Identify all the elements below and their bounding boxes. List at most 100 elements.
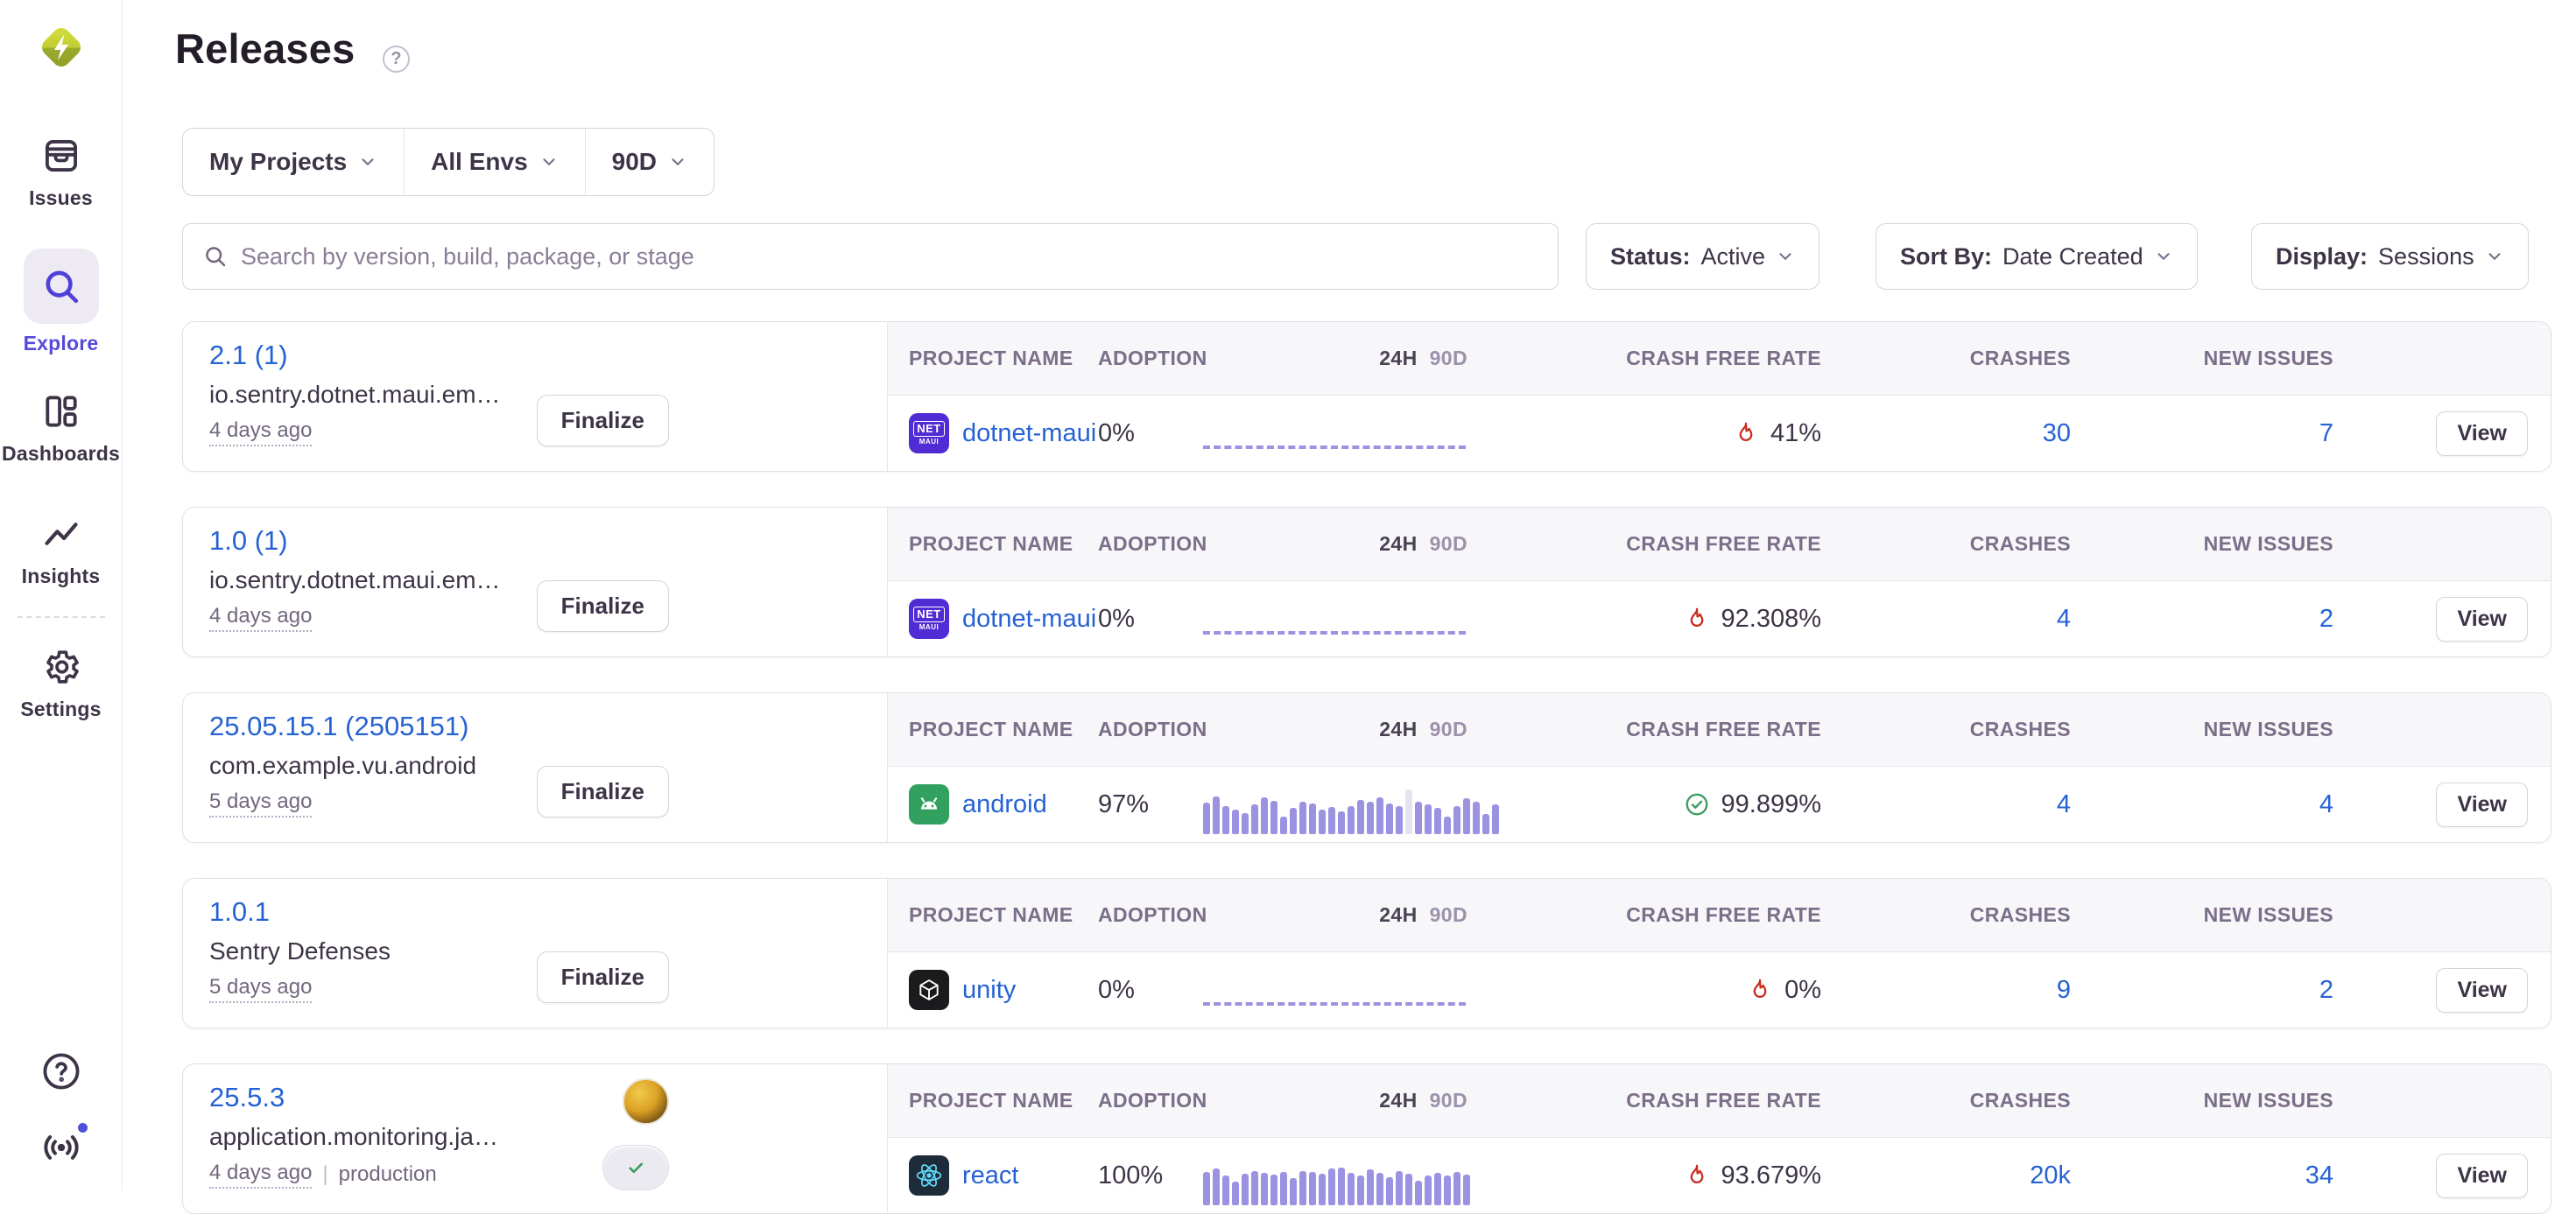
- adoption-value: 97%: [1098, 790, 1203, 819]
- search-icon: [24, 249, 99, 324]
- crash-free-value: 93.679%: [1721, 1161, 1822, 1190]
- check-circle-icon: [1684, 791, 1710, 818]
- status-dropdown[interactable]: Status: Active: [1586, 223, 1819, 290]
- new-issues-link[interactable]: 2: [2319, 605, 2333, 633]
- sidebar-item-label: Dashboards: [2, 442, 120, 466]
- col-project-name: PROJECT NAME: [888, 532, 1098, 556]
- crashes-link[interactable]: 30: [2043, 419, 2071, 447]
- sidebar-item-dashboards[interactable]: Dashboards: [0, 389, 122, 466]
- col-crashes: CRASHES: [1970, 718, 2085, 741]
- sort-by-value: Date Created: [2002, 243, 2143, 270]
- col-adoption: ADOPTION: [1098, 718, 1203, 741]
- release-package: io.sentry.dotnet.maui.em…: [209, 566, 586, 594]
- sidebar-item-label: Insights: [22, 565, 101, 588]
- table-header: PROJECT NAME ADOPTION 24H90D CRASH FREE …: [888, 322, 2551, 396]
- new-issues-link[interactable]: 2: [2319, 976, 2333, 1004]
- gear-icon: [41, 644, 81, 690]
- release-version-link[interactable]: 25.5.3: [209, 1082, 285, 1113]
- sidebar-item-explore[interactable]: Explore: [0, 249, 122, 355]
- col-chart-range: 24H90D: [1379, 347, 1503, 370]
- release-version-link[interactable]: 1.0 (1): [209, 525, 288, 557]
- col-crash-free-rate: CRASH FREE RATE: [1626, 903, 1835, 927]
- check-icon: [622, 1154, 650, 1182]
- fire-icon: [1684, 1162, 1710, 1189]
- release-package: application.monitoring.ja…: [209, 1123, 586, 1151]
- new-issues-link[interactable]: 4: [2319, 790, 2333, 818]
- release-version-link[interactable]: 1.0.1: [209, 896, 270, 928]
- finalize-button[interactable]: Finalize: [537, 951, 669, 1003]
- col-chart-range: 24H90D: [1379, 903, 1503, 927]
- issues-icon: [41, 133, 81, 179]
- view-button[interactable]: View: [2436, 782, 2528, 827]
- table-header: PROJECT NAME ADOPTION 24H90D CRASH FREE …: [888, 693, 2551, 767]
- view-button[interactable]: View: [2436, 597, 2528, 642]
- release-created: 5 days ago: [209, 789, 312, 818]
- release-summary: 1.0.1 Sentry Defenses 5 days ago Finaliz…: [183, 879, 888, 1028]
- view-button[interactable]: View: [2436, 411, 2528, 456]
- search-box: [182, 223, 1559, 290]
- col-project-name: PROJECT NAME: [888, 1089, 1098, 1112]
- view-button[interactable]: View: [2436, 968, 2528, 1013]
- col-new-issues: NEW ISSUES: [2204, 718, 2347, 741]
- crash-free-cell: 41%: [1733, 419, 1835, 448]
- sidebar-item-insights[interactable]: Insights: [0, 511, 122, 588]
- crash-free-value: 92.308%: [1721, 605, 1822, 634]
- new-issues-link[interactable]: 7: [2319, 419, 2333, 447]
- project-filter-dropdown[interactable]: My Projects: [183, 129, 404, 195]
- table-header: PROJECT NAME ADOPTION 24H90D CRASH FREE …: [888, 508, 2551, 581]
- project-link[interactable]: unity: [962, 976, 1016, 1005]
- fire-icon: [1733, 420, 1759, 446]
- project-link[interactable]: android: [962, 790, 1047, 819]
- col-crash-free-rate: CRASH FREE RATE: [1626, 532, 1835, 556]
- adoption-sparkline: [1203, 1154, 1503, 1205]
- crash-free-value: 41%: [1770, 419, 1821, 448]
- sidebar-item-settings[interactable]: Settings: [0, 644, 122, 721]
- environment-filter-value: All Envs: [431, 148, 527, 176]
- release-version-link[interactable]: 25.05.15.1 (2505151): [209, 711, 468, 742]
- table-row: android 97% 99.899% 4 4 View: [888, 767, 2551, 842]
- project-link[interactable]: react: [962, 1161, 1018, 1190]
- release-created: 4 days ago: [209, 604, 312, 632]
- crashes-link[interactable]: 20k: [2030, 1161, 2071, 1189]
- release-created: 5 days ago: [209, 975, 312, 1003]
- react-icon: [909, 1155, 949, 1196]
- project-filter-value: My Projects: [209, 148, 347, 176]
- release-version-link[interactable]: 2.1 (1): [209, 340, 288, 371]
- col-crashes: CRASHES: [1970, 1089, 2085, 1112]
- search-input[interactable]: [241, 243, 1538, 270]
- chevron-down-icon: [2154, 247, 2173, 266]
- finalize-button[interactable]: Finalize: [537, 395, 669, 446]
- page-help-icon[interactable]: [383, 46, 410, 73]
- whats-new-button[interactable]: [0, 1126, 122, 1169]
- display-dropdown[interactable]: Display: Sessions: [2251, 223, 2529, 290]
- table-row: unity 0% 0% 9 2 View: [888, 952, 2551, 1028]
- sort-by-dropdown[interactable]: Sort By: Date Created: [1876, 223, 2198, 290]
- dotnet-maui-icon: NETMAUI: [909, 413, 949, 453]
- new-issues-link[interactable]: 34: [2305, 1161, 2333, 1189]
- adoption-value: 0%: [1098, 605, 1203, 634]
- release-created: 4 days ago: [209, 418, 312, 446]
- sidebar: Issues Explore Dashboards Insights: [0, 0, 123, 1190]
- table-header: PROJECT NAME ADOPTION 24H90D CRASH FREE …: [888, 879, 2551, 952]
- release-table: PROJECT NAME ADOPTION 24H90D CRASH FREE …: [888, 322, 2551, 471]
- crashes-link[interactable]: 9: [2057, 976, 2071, 1004]
- col-chart-range: 24H90D: [1379, 1089, 1503, 1112]
- finalize-button[interactable]: Finalize: [537, 580, 669, 632]
- view-button[interactable]: View: [2436, 1154, 2528, 1198]
- sidebar-item-label: Settings: [20, 698, 101, 721]
- project-link[interactable]: dotnet-maui: [962, 605, 1096, 634]
- finalize-button[interactable]: Finalize: [537, 766, 669, 818]
- chevron-down-icon: [668, 152, 687, 172]
- crash-free-value: 0%: [1784, 976, 1821, 1005]
- sidebar-item-issues[interactable]: Issues: [0, 133, 122, 210]
- help-button[interactable]: [0, 1050, 122, 1092]
- crashes-link[interactable]: 4: [2057, 605, 2071, 633]
- sentry-logo[interactable]: [33, 19, 89, 75]
- adoption-sparkline: [1203, 969, 1503, 1020]
- col-new-issues: NEW ISSUES: [2204, 532, 2347, 556]
- date-range-dropdown[interactable]: 90D: [585, 129, 714, 195]
- environment-filter-dropdown[interactable]: All Envs: [404, 129, 584, 195]
- col-project-name: PROJECT NAME: [888, 903, 1098, 927]
- project-link[interactable]: dotnet-maui: [962, 419, 1096, 448]
- crashes-link[interactable]: 4: [2057, 790, 2071, 818]
